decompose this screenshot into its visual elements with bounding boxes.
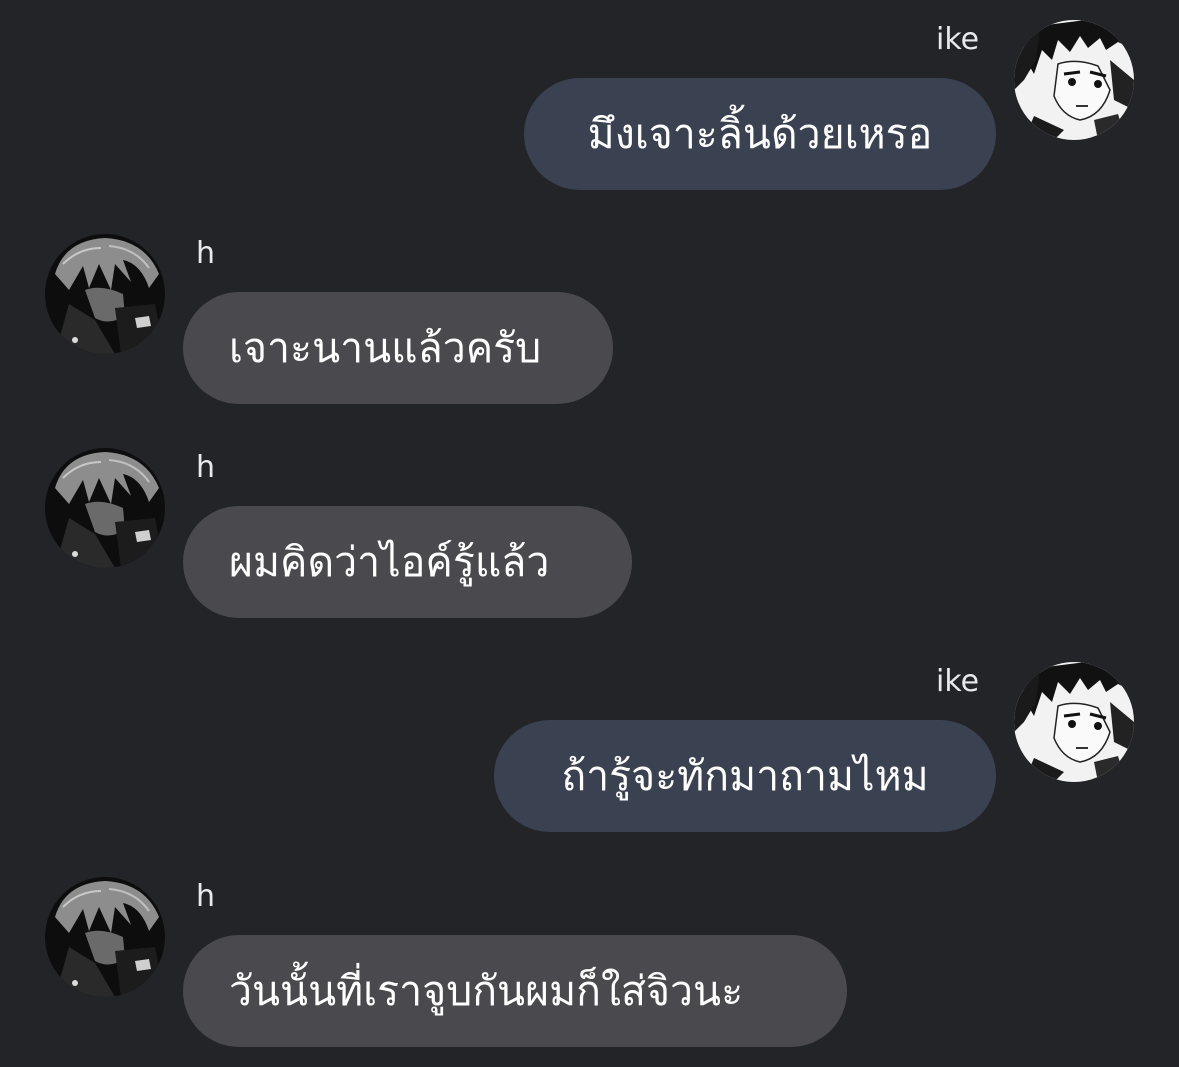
sender-name: h (196, 450, 216, 485)
h-avatar-icon[interactable] (45, 234, 165, 354)
sender-name: ike (936, 22, 980, 57)
message-bubble-incoming[interactable]: เจาะนานแล้วครับ (183, 292, 613, 404)
message-bubble-incoming[interactable]: วันนั้นที่เราจูบกันผมก็ใส่จิวนะ (183, 935, 847, 1047)
sender-name: h (196, 879, 216, 914)
chat-thread: ike มึงเจาะลิ้นด้วยเหรอ h เจาะนานแล้วครั… (0, 0, 1179, 1067)
message-bubble-outgoing[interactable]: ถ้ารู้จะทักมาถามไหม (494, 720, 996, 832)
message-bubble-outgoing[interactable]: มึงเจาะลิ้นด้วยเหรอ (524, 78, 996, 190)
sender-name: h (196, 236, 216, 271)
sender-name: ike (936, 664, 980, 699)
h-avatar-icon[interactable] (45, 448, 165, 568)
ike-avatar-icon[interactable] (1014, 662, 1134, 782)
h-avatar-icon[interactable] (45, 877, 165, 997)
message-bubble-incoming[interactable]: ผมคิดว่าไอค์รู้แล้ว (183, 506, 632, 618)
ike-avatar-icon[interactable] (1014, 20, 1134, 140)
